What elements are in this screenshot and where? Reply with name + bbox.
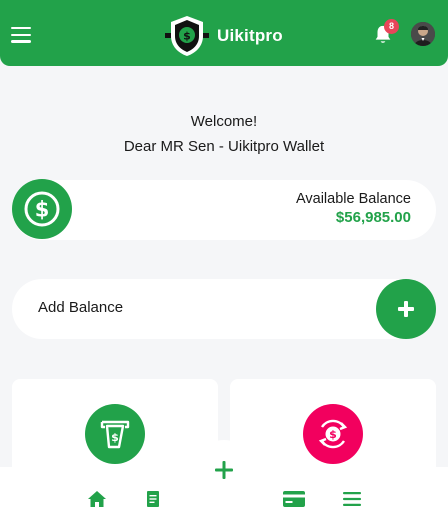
nav-cards[interactable]	[283, 489, 305, 509]
svg-text:$: $	[111, 431, 119, 444]
money-withdraw-icon: $	[100, 420, 130, 449]
currency-exchange-icon: $	[318, 419, 348, 449]
center-add-button[interactable]	[194, 440, 254, 500]
nav-home[interactable]	[86, 489, 108, 509]
add-balance-button[interactable]	[376, 279, 436, 339]
app-logo: $ Uikitpro	[165, 14, 283, 58]
available-balance-label: Available Balance	[295, 191, 411, 207]
svg-text:$: $	[35, 198, 50, 222]
welcome-heading: Welcome!	[190, 113, 258, 130]
svg-text:$: $	[183, 30, 191, 43]
shield-dollar-icon: $	[165, 16, 209, 56]
plus-icon	[215, 461, 233, 479]
balance-icon-circle: $	[12, 179, 72, 239]
add-balance-label: Add Balance	[38, 299, 124, 316]
available-balance-value: $56,985.00	[335, 209, 411, 226]
notification-badge: 8	[384, 19, 399, 34]
plus-icon	[398, 301, 414, 317]
nav-statement[interactable]	[142, 489, 164, 509]
withdraw-icon-circle: $	[85, 404, 145, 464]
home-icon	[88, 491, 106, 507]
welcome-subtitle: Dear MR Sen - Uikitpro Wallet	[123, 138, 325, 155]
user-avatar-icon	[411, 22, 435, 46]
credit-card-icon	[283, 491, 305, 507]
menu-lines-icon	[343, 492, 361, 506]
nav-more[interactable]	[341, 489, 363, 509]
svg-text:$: $	[329, 428, 337, 441]
hamburger-menu-icon[interactable]	[11, 27, 31, 43]
app-header: $ Uikitpro 8	[0, 0, 448, 66]
exchange-icon-circle: $	[303, 404, 363, 464]
document-icon	[147, 491, 159, 507]
dollar-icon: $	[24, 191, 60, 227]
app-name: Uikitpro	[217, 26, 283, 45]
avatar[interactable]	[411, 22, 435, 46]
